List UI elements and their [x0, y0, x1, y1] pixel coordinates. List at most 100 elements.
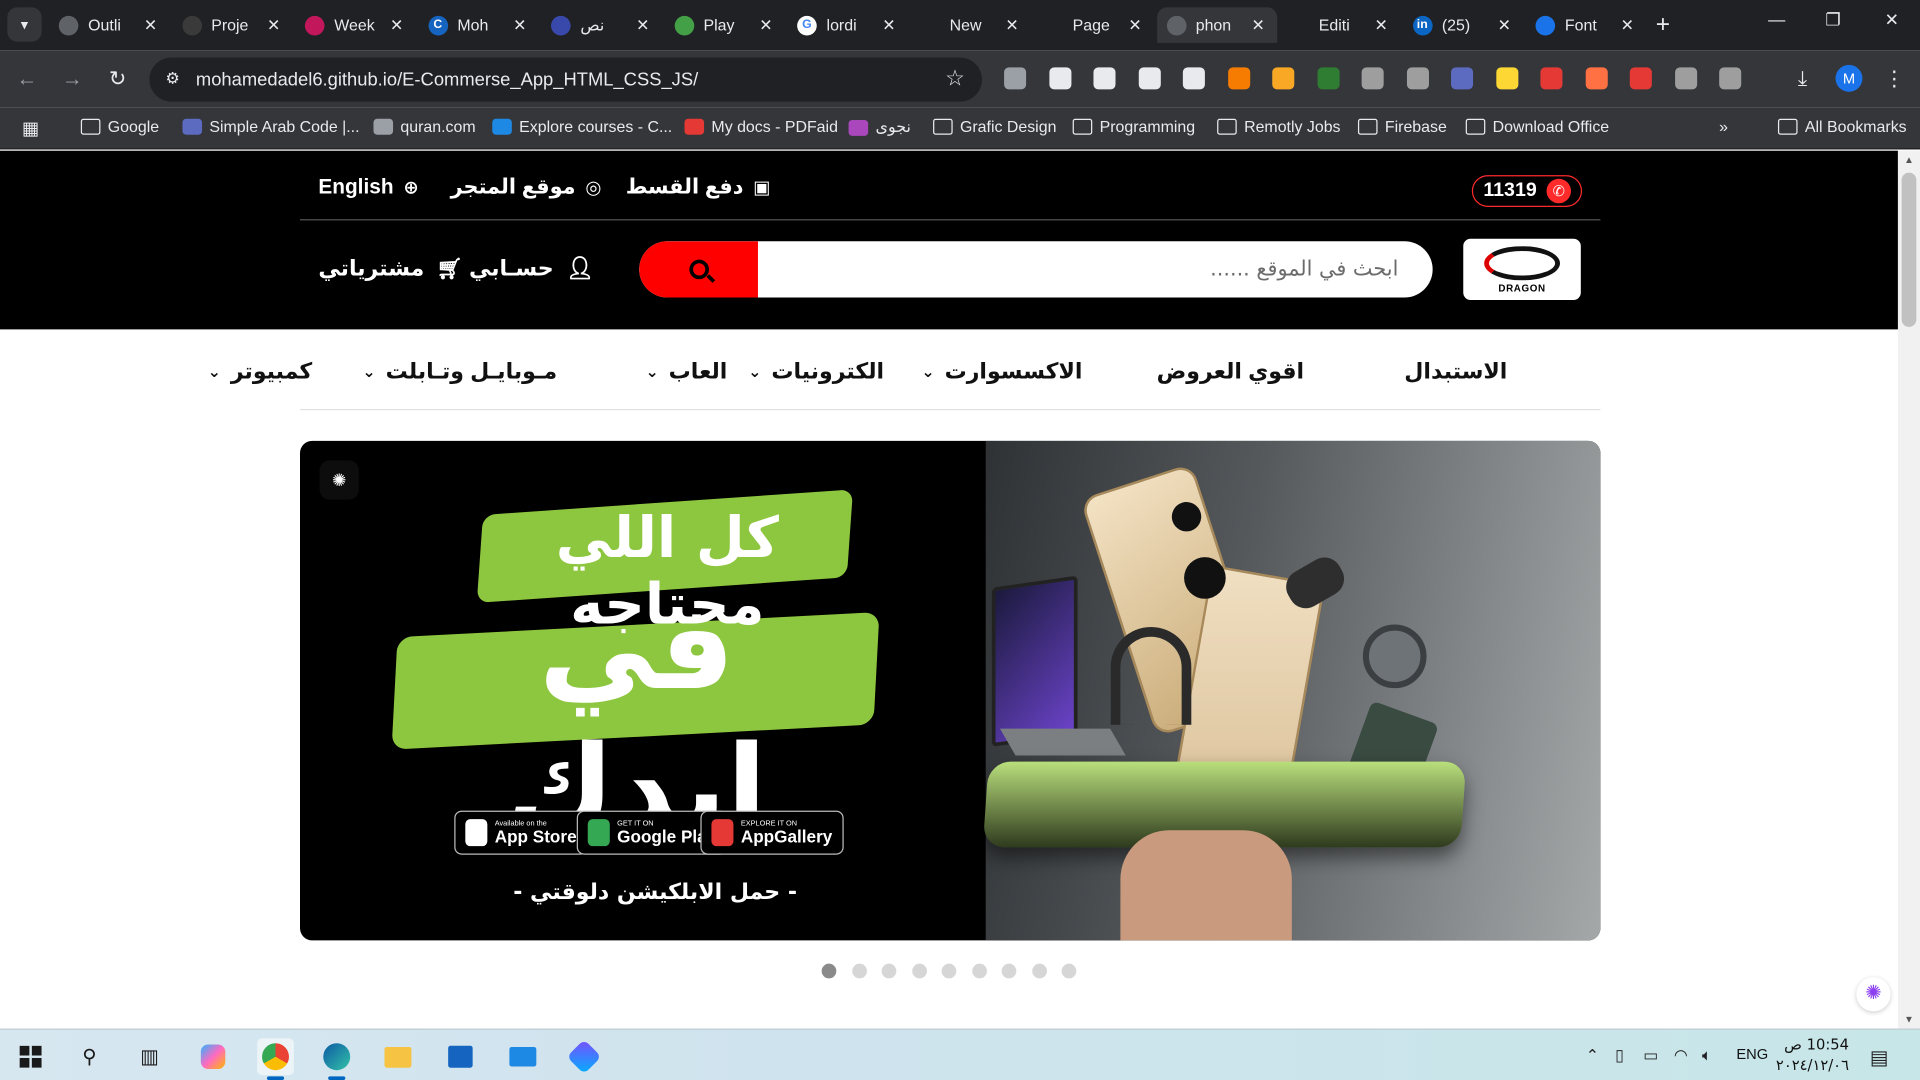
slider-dot[interactable] — [941, 963, 957, 979]
account-link[interactable]: حسـابي 👤︎ — [469, 256, 594, 282]
nav-item[interactable]: اقوي العروض — [1157, 359, 1304, 385]
apps-grid-icon[interactable]: ▦ — [22, 118, 39, 140]
all-bookmarks-folder[interactable]: All Bookmarks — [1777, 118, 1907, 136]
slider-dot[interactable] — [971, 963, 987, 979]
windows-start-icon[interactable] — [12, 1038, 49, 1075]
tab-close-icon[interactable]: ✕ — [1619, 15, 1636, 35]
app-taskbar-icon[interactable] — [566, 1038, 603, 1075]
slider-dot[interactable] — [851, 963, 867, 979]
tab-close-icon[interactable]: ✕ — [265, 15, 282, 35]
tab-close-icon[interactable]: ✕ — [1250, 15, 1267, 35]
browser-tab[interactable]: Play ✕ — [664, 7, 784, 43]
bookmark-item[interactable]: نجوى — [848, 118, 911, 138]
store-location-link[interactable]: موقع المتجر ◎ — [451, 175, 602, 199]
browser-tab[interactable]: Glordi ✕ — [787, 7, 907, 43]
extension-icon[interactable] — [1406, 67, 1429, 90]
extension-icon[interactable] — [1674, 67, 1697, 90]
tab-close-icon[interactable]: ✕ — [757, 15, 774, 35]
browser-tab[interactable]: New ✕ — [910, 7, 1030, 43]
menu-kebab-icon[interactable]: ⋮ — [1880, 65, 1909, 94]
extension-icon[interactable] — [1138, 67, 1161, 90]
nav-item[interactable]: ⌄ مـوبايـل وتـابلت — [362, 359, 557, 385]
microsoft-store-icon[interactable] — [442, 1038, 479, 1075]
browser-tab[interactable]: نص ✕ — [541, 7, 661, 43]
language-switch[interactable]: English ⊕ — [318, 175, 418, 199]
copilot-icon[interactable] — [195, 1038, 232, 1075]
browser-tab[interactable]: Page ✕ — [1033, 7, 1153, 43]
browser-tab[interactable]: phon ✕ — [1156, 7, 1277, 43]
minimize-button[interactable]: — — [1758, 10, 1795, 30]
extension-icon[interactable] — [1182, 67, 1205, 90]
page-scrollbar[interactable]: ▲ ▼ — [1897, 150, 1920, 1029]
extension-icon[interactable] — [1227, 67, 1250, 90]
slider-dot[interactable] — [881, 963, 897, 979]
extension-icon[interactable] — [1719, 67, 1742, 90]
browser-tab[interactable]: in (25) ✕ — [1403, 7, 1523, 43]
extension-icon[interactable] — [1048, 67, 1071, 90]
mail-icon[interactable] — [504, 1038, 541, 1075]
restore-button[interactable]: ❐ — [1815, 10, 1852, 31]
scrollbar-thumb[interactable] — [1901, 172, 1917, 327]
nav-item[interactable]: ⌄ الكترونيات — [748, 359, 884, 385]
bookmark-item[interactable]: Remotly Jobs — [1217, 118, 1341, 136]
tab-close-icon[interactable]: ✕ — [1003, 15, 1020, 35]
extension-icon[interactable] — [1585, 67, 1608, 90]
bookmark-star-icon[interactable]: ☆ — [945, 66, 965, 92]
browser-tab[interactable]: Outli ✕ — [49, 7, 169, 43]
slider-dot[interactable] — [1001, 963, 1017, 979]
address-bar[interactable]: ⚙ mohamedadel6.github.io/E-Commerse_App_… — [149, 57, 983, 102]
tab-close-icon[interactable]: ✕ — [634, 15, 651, 35]
show-hidden-icons[interactable]: ⌃ — [1586, 1046, 1599, 1066]
extension-icon[interactable] — [1004, 67, 1027, 90]
extension-icon[interactable] — [1316, 67, 1339, 90]
scroll-down-arrow-icon[interactable]: ▼ — [1904, 1014, 1914, 1025]
bookmark-item[interactable]: Download Office — [1465, 118, 1609, 136]
slider-dot[interactable] — [821, 963, 837, 979]
browser-tab[interactable]: Week ✕ — [295, 7, 415, 43]
extension-icon[interactable] — [1540, 67, 1563, 90]
brain-extension-icon[interactable]: ✺ — [319, 460, 359, 500]
close-window-button[interactable]: ✕ — [1873, 10, 1910, 31]
scroll-up-arrow-icon[interactable]: ▲ — [1904, 154, 1914, 165]
browser-tab[interactable]: Font ✕ — [1526, 7, 1646, 43]
app-store-badge[interactable]: EXPLORE IT ON AppGallery — [700, 810, 844, 855]
hero-banner[interactable]: كل اللي محتاجه في ايدك Available on the A… — [300, 440, 1601, 941]
nav-item[interactable]: ⌄ كمبيوتر — [208, 359, 313, 385]
device-icon[interactable]: ▯ — [1615, 1046, 1624, 1066]
wifi-icon[interactable]: ◠ — [1674, 1046, 1688, 1066]
nav-item[interactable]: ⌄ العاب — [645, 359, 727, 385]
edge-taskbar-icon[interactable] — [318, 1038, 355, 1080]
tab-search-button[interactable]: ▾ — [7, 7, 42, 42]
download-icon[interactable]: ⤓ — [1788, 65, 1817, 94]
slider-dot[interactable] — [1031, 963, 1047, 979]
extension-icon[interactable] — [1495, 67, 1518, 90]
bookmark-item[interactable]: Explore courses - C... — [492, 118, 672, 136]
tab-close-icon[interactable]: ✕ — [142, 15, 159, 35]
browser-tab[interactable]: C Moh ✕ — [418, 7, 538, 43]
task-view-icon[interactable]: ▥ — [131, 1038, 168, 1075]
extension-icon[interactable] — [1272, 67, 1295, 90]
tab-close-icon[interactable]: ✕ — [1127, 15, 1144, 35]
profile-avatar[interactable]: M — [1835, 64, 1863, 92]
site-info-icon[interactable]: ⚙ — [162, 69, 184, 91]
search-button[interactable] — [639, 241, 758, 298]
nav-item[interactable]: الاستبدال — [1404, 359, 1507, 385]
app-store-badge[interactable]: Available on the App Store — [454, 810, 588, 855]
purchases-link[interactable]: مشترياتي 🛒︎ — [318, 256, 463, 282]
installments-link[interactable]: دفع القسط ▣ — [626, 175, 771, 199]
extension-icon[interactable] — [1451, 67, 1474, 90]
nav-item[interactable]: ⌄ الاكسسوارت — [921, 359, 1082, 385]
more-bookmarks-icon[interactable]: » — [1719, 118, 1728, 136]
tab-close-icon[interactable]: ✕ — [1373, 15, 1390, 35]
slider-dot[interactable] — [1061, 963, 1077, 979]
extension-icon[interactable] — [1093, 67, 1116, 90]
bookmark-item[interactable]: Programming — [1072, 118, 1195, 136]
bookmark-item[interactable]: Google — [80, 118, 159, 136]
tab-close-icon[interactable]: ✕ — [1496, 15, 1513, 35]
notifications-icon[interactable]: ▤ — [1870, 1046, 1889, 1070]
volume-icon[interactable]: 🔈︎ — [1702, 1046, 1712, 1066]
browser-tab[interactable]: Proje ✕ — [172, 7, 292, 43]
reload-button[interactable]: ↻ — [103, 65, 132, 94]
bookmark-item[interactable]: Grafic Design — [933, 118, 1056, 136]
browser-tab[interactable]: Editi ✕ — [1280, 7, 1400, 43]
